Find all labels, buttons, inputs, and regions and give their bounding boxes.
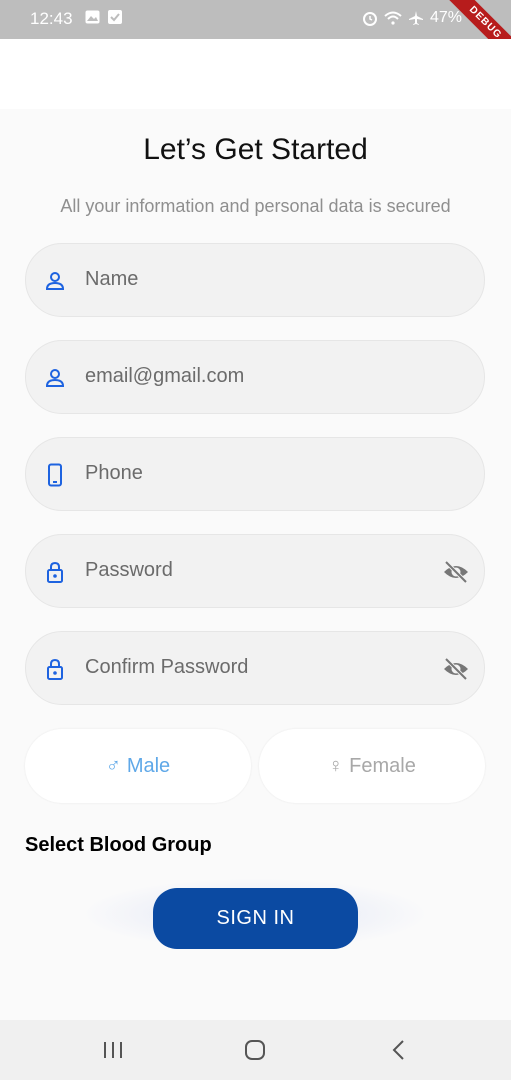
battery-percentage: 47% xyxy=(430,9,463,26)
checkbox-notification-icon xyxy=(108,10,122,24)
smartphone-icon xyxy=(48,463,62,487)
gender-male-label: Male xyxy=(126,754,171,777)
page-subtitle: All your information and personal data i… xyxy=(60,196,451,216)
lock-icon xyxy=(47,561,63,583)
visibility-off-icon[interactable] xyxy=(442,559,470,585)
status-system-icons: 47% xyxy=(362,9,462,27)
male-icon: ♂ xyxy=(105,754,121,777)
name-field[interactable]: Name xyxy=(25,243,485,317)
email-field-placeholder: email@gmail.com xyxy=(85,365,245,387)
sign-in-button[interactable]: SIGN IN xyxy=(153,888,358,949)
airplane-mode-icon xyxy=(409,11,423,25)
gallery-icon xyxy=(85,10,100,24)
password-field[interactable]: Password xyxy=(25,534,485,608)
confirm-password-field-placeholder: Confirm Password xyxy=(85,656,249,678)
gender-female-button[interactable]: ♀ Female xyxy=(259,729,485,803)
phone-field[interactable]: Phone xyxy=(25,437,485,511)
system-navigation-bar xyxy=(0,1020,511,1080)
gender-female-label: Female xyxy=(349,754,416,777)
status-time: 12:43 xyxy=(30,9,73,28)
blood-group-label[interactable]: Select Blood Group xyxy=(25,834,212,857)
female-icon: ♀ xyxy=(328,754,344,777)
visibility-off-icon[interactable] xyxy=(442,656,470,682)
wifi-icon xyxy=(384,11,402,25)
recent-apps-icon[interactable] xyxy=(98,1036,128,1064)
gender-male-button[interactable]: ♂ Male xyxy=(25,729,251,803)
status-notification-icons xyxy=(85,10,122,24)
page-title: Let’s Get Started xyxy=(143,133,368,166)
name-field-placeholder: Name xyxy=(85,268,139,290)
password-field-placeholder: Password xyxy=(85,559,173,581)
email-field[interactable]: email@gmail.com xyxy=(25,340,485,414)
confirm-password-field[interactable]: Confirm Password xyxy=(25,631,485,705)
home-icon[interactable] xyxy=(240,1036,270,1064)
person-icon xyxy=(45,272,65,290)
phone-field-placeholder: Phone xyxy=(85,462,143,484)
status-bar: 12:43 47% DEBUG xyxy=(0,0,511,72)
back-icon[interactable] xyxy=(384,1036,414,1064)
alarm-icon xyxy=(363,12,377,26)
person-icon xyxy=(45,369,65,387)
lock-icon xyxy=(47,658,63,680)
app-bar xyxy=(0,39,511,109)
